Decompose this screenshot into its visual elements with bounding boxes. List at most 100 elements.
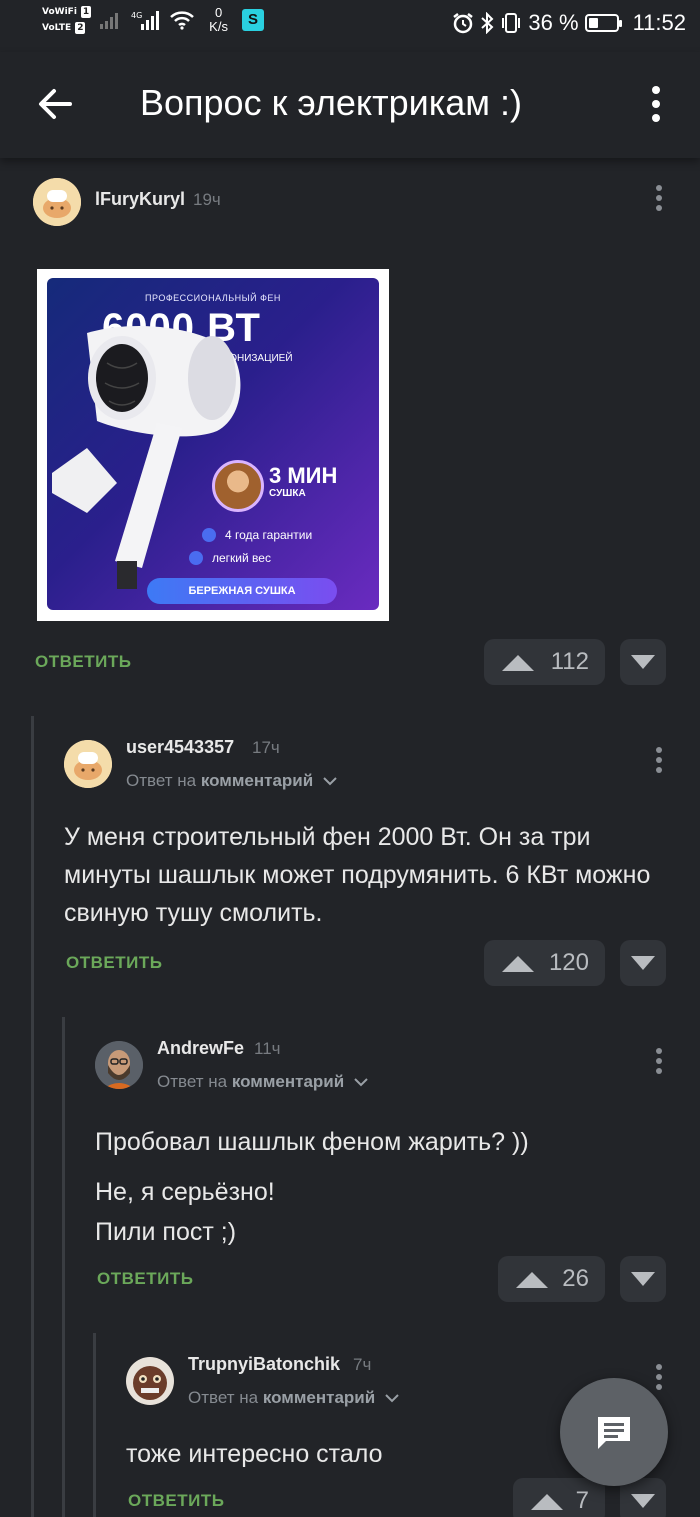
- reply-button[interactable]: ОТВЕТИТЬ: [66, 953, 162, 973]
- bearded-man-avatar-icon: [95, 1041, 143, 1089]
- status-bar: VoWiFi 1 VoLTE 2 4G 0 K/s S 36 % 11:52: [0, 0, 700, 52]
- chef-avatar-icon: [33, 178, 81, 226]
- reply-to-prefix: Ответ на: [126, 771, 197, 790]
- vote-count: 112: [550, 648, 589, 675]
- thread-line: [93, 1333, 96, 1517]
- reply-to-prefix: Ответ на: [188, 1388, 259, 1407]
- reply-to-link[interactable]: Ответ на комментарий: [188, 1388, 400, 1408]
- signal-icon: [100, 13, 119, 29]
- downvote-button[interactable]: [620, 639, 666, 685]
- alarm-icon: [453, 13, 474, 34]
- ad-dry-time: 3 МИН: [269, 463, 338, 488]
- upvote-button[interactable]: 112: [484, 639, 605, 685]
- more-vertical-icon: [656, 185, 662, 211]
- more-options-button[interactable]: [644, 84, 668, 124]
- sim1-indicator: VoWiFi 1: [42, 6, 92, 18]
- vote-count: 120: [548, 949, 589, 976]
- reply-to-target: комментарий: [262, 1388, 376, 1407]
- sim2-label: VoLTE: [42, 23, 72, 33]
- downvote-button[interactable]: [620, 940, 666, 986]
- write-comment-fab[interactable]: [560, 1378, 668, 1486]
- ad-banner: БЕРЕЖНАЯ СУШКА: [147, 578, 337, 604]
- avatar[interactable]: [95, 1041, 143, 1089]
- comment-time: 11ч: [254, 1039, 281, 1058]
- more-vertical-icon: [656, 747, 662, 773]
- comment-text-line2: Не, я серьёзно!: [95, 1178, 275, 1206]
- upvote-button[interactable]: 26: [498, 1256, 605, 1302]
- comment-menu-button[interactable]: [651, 1363, 667, 1393]
- reply-to-target: комментарий: [200, 771, 314, 790]
- username[interactable]: AndrewFe: [157, 1038, 244, 1059]
- comment-text-line3: Пили пост ;): [95, 1218, 237, 1246]
- thread-line: [31, 716, 34, 1517]
- upvote-button[interactable]: 120: [484, 940, 605, 986]
- triangle-up-icon: [502, 655, 534, 671]
- hair-dryer-ad-image: ПРОФЕССИОНАЛЬНЫЙ ФЕН 6000 ВТ С ИОНИЗАЦИЕ…: [47, 278, 379, 610]
- reply-to-link[interactable]: Ответ на комментарий: [126, 771, 338, 791]
- chevron-down-icon: [323, 777, 337, 786]
- chef-avatar-icon: [64, 740, 112, 788]
- triangle-down-icon: [631, 956, 655, 970]
- star-icon: [189, 551, 203, 565]
- more-vertical-icon: [656, 1364, 662, 1390]
- comment-time: 19ч: [193, 190, 221, 209]
- vote-count: 26: [562, 1265, 589, 1292]
- comment-time: 7ч: [353, 1355, 372, 1374]
- comment-time: 17ч: [252, 738, 280, 757]
- triangle-down-icon: [631, 1272, 655, 1286]
- battery-percent: 36 %: [528, 10, 579, 35]
- thread-line: [62, 1017, 65, 1517]
- downvote-button[interactable]: [620, 1256, 666, 1302]
- triangle-up-icon: [531, 1494, 563, 1510]
- reply-to-link[interactable]: Ответ на комментарий: [157, 1072, 369, 1092]
- page-title: Вопрос к электрикам :): [140, 82, 523, 123]
- sim1-label: VoWiFi: [42, 7, 77, 17]
- more-vertical-icon: [656, 1048, 662, 1074]
- sim2-number: 2: [75, 22, 86, 34]
- triangle-up-icon: [502, 956, 534, 972]
- comment-menu-button[interactable]: [651, 746, 667, 776]
- upvote-button[interactable]: 7: [513, 1478, 605, 1517]
- avatar[interactable]: [33, 178, 81, 226]
- ad-top-caption: ПРОФЕССИОНАЛЬНЫЙ ФЕН: [145, 293, 281, 303]
- username[interactable]: user4543357: [126, 737, 234, 758]
- ad-dry-label: СУШКА: [269, 488, 306, 499]
- monster-avatar-icon: [126, 1357, 174, 1405]
- app-notification-icon: S: [241, 9, 264, 31]
- shield-icon: [202, 528, 216, 542]
- svg-text:4G: 4G: [131, 11, 142, 20]
- network-speed-unit: K/s: [209, 19, 228, 34]
- more-vertical-icon: [652, 86, 660, 122]
- network-speed-value: 0: [214, 5, 223, 20]
- sim1-number: 1: [80, 6, 92, 18]
- reply-button[interactable]: ОТВЕТИТЬ: [35, 652, 131, 672]
- wifi-icon: [170, 11, 195, 30]
- reply-button[interactable]: ОТВЕТИТЬ: [97, 1269, 193, 1289]
- vibrate-icon: [502, 13, 521, 33]
- comment-menu-button[interactable]: [651, 184, 667, 214]
- avatar[interactable]: [126, 1357, 174, 1405]
- ad-feature-light: легкий вес: [212, 551, 271, 565]
- comment-text: У меня строительный фен 2000 Вт. Он за т…: [64, 823, 651, 927]
- battery-icon: [584, 14, 622, 32]
- avatar[interactable]: [64, 740, 112, 788]
- comment-image[interactable]: ПРОФЕССИОНАЛЬНЫЙ ФЕН 6000 ВТ С ИОНИЗАЦИЕ…: [37, 269, 389, 621]
- comment-text-line1: Пробовал шашлык феном жарить? )): [95, 1128, 529, 1156]
- vote-count: 7: [575, 1487, 589, 1514]
- reply-button[interactable]: ОТВЕТИТЬ: [128, 1491, 224, 1511]
- ad-feature-warranty: 4 года гарантии: [225, 528, 313, 542]
- chevron-down-icon: [354, 1078, 368, 1087]
- username[interactable]: lFuryKuryl: [95, 189, 185, 210]
- comment-text: тоже интересно стало: [126, 1440, 383, 1468]
- app-bar: Вопрос к электрикам :): [0, 52, 700, 158]
- back-button[interactable]: [34, 82, 78, 126]
- comment-icon: [598, 1417, 630, 1449]
- triangle-down-icon: [631, 655, 655, 669]
- comment-menu-button[interactable]: [651, 1047, 667, 1077]
- triangle-up-icon: [516, 1272, 548, 1288]
- clock: 11:52: [632, 10, 686, 35]
- username[interactable]: TrupnyiBatonchik: [188, 1354, 340, 1375]
- reply-to-prefix: Ответ на: [157, 1072, 228, 1091]
- ad-model-photo: [212, 460, 264, 512]
- battery-fill: [588, 18, 598, 28]
